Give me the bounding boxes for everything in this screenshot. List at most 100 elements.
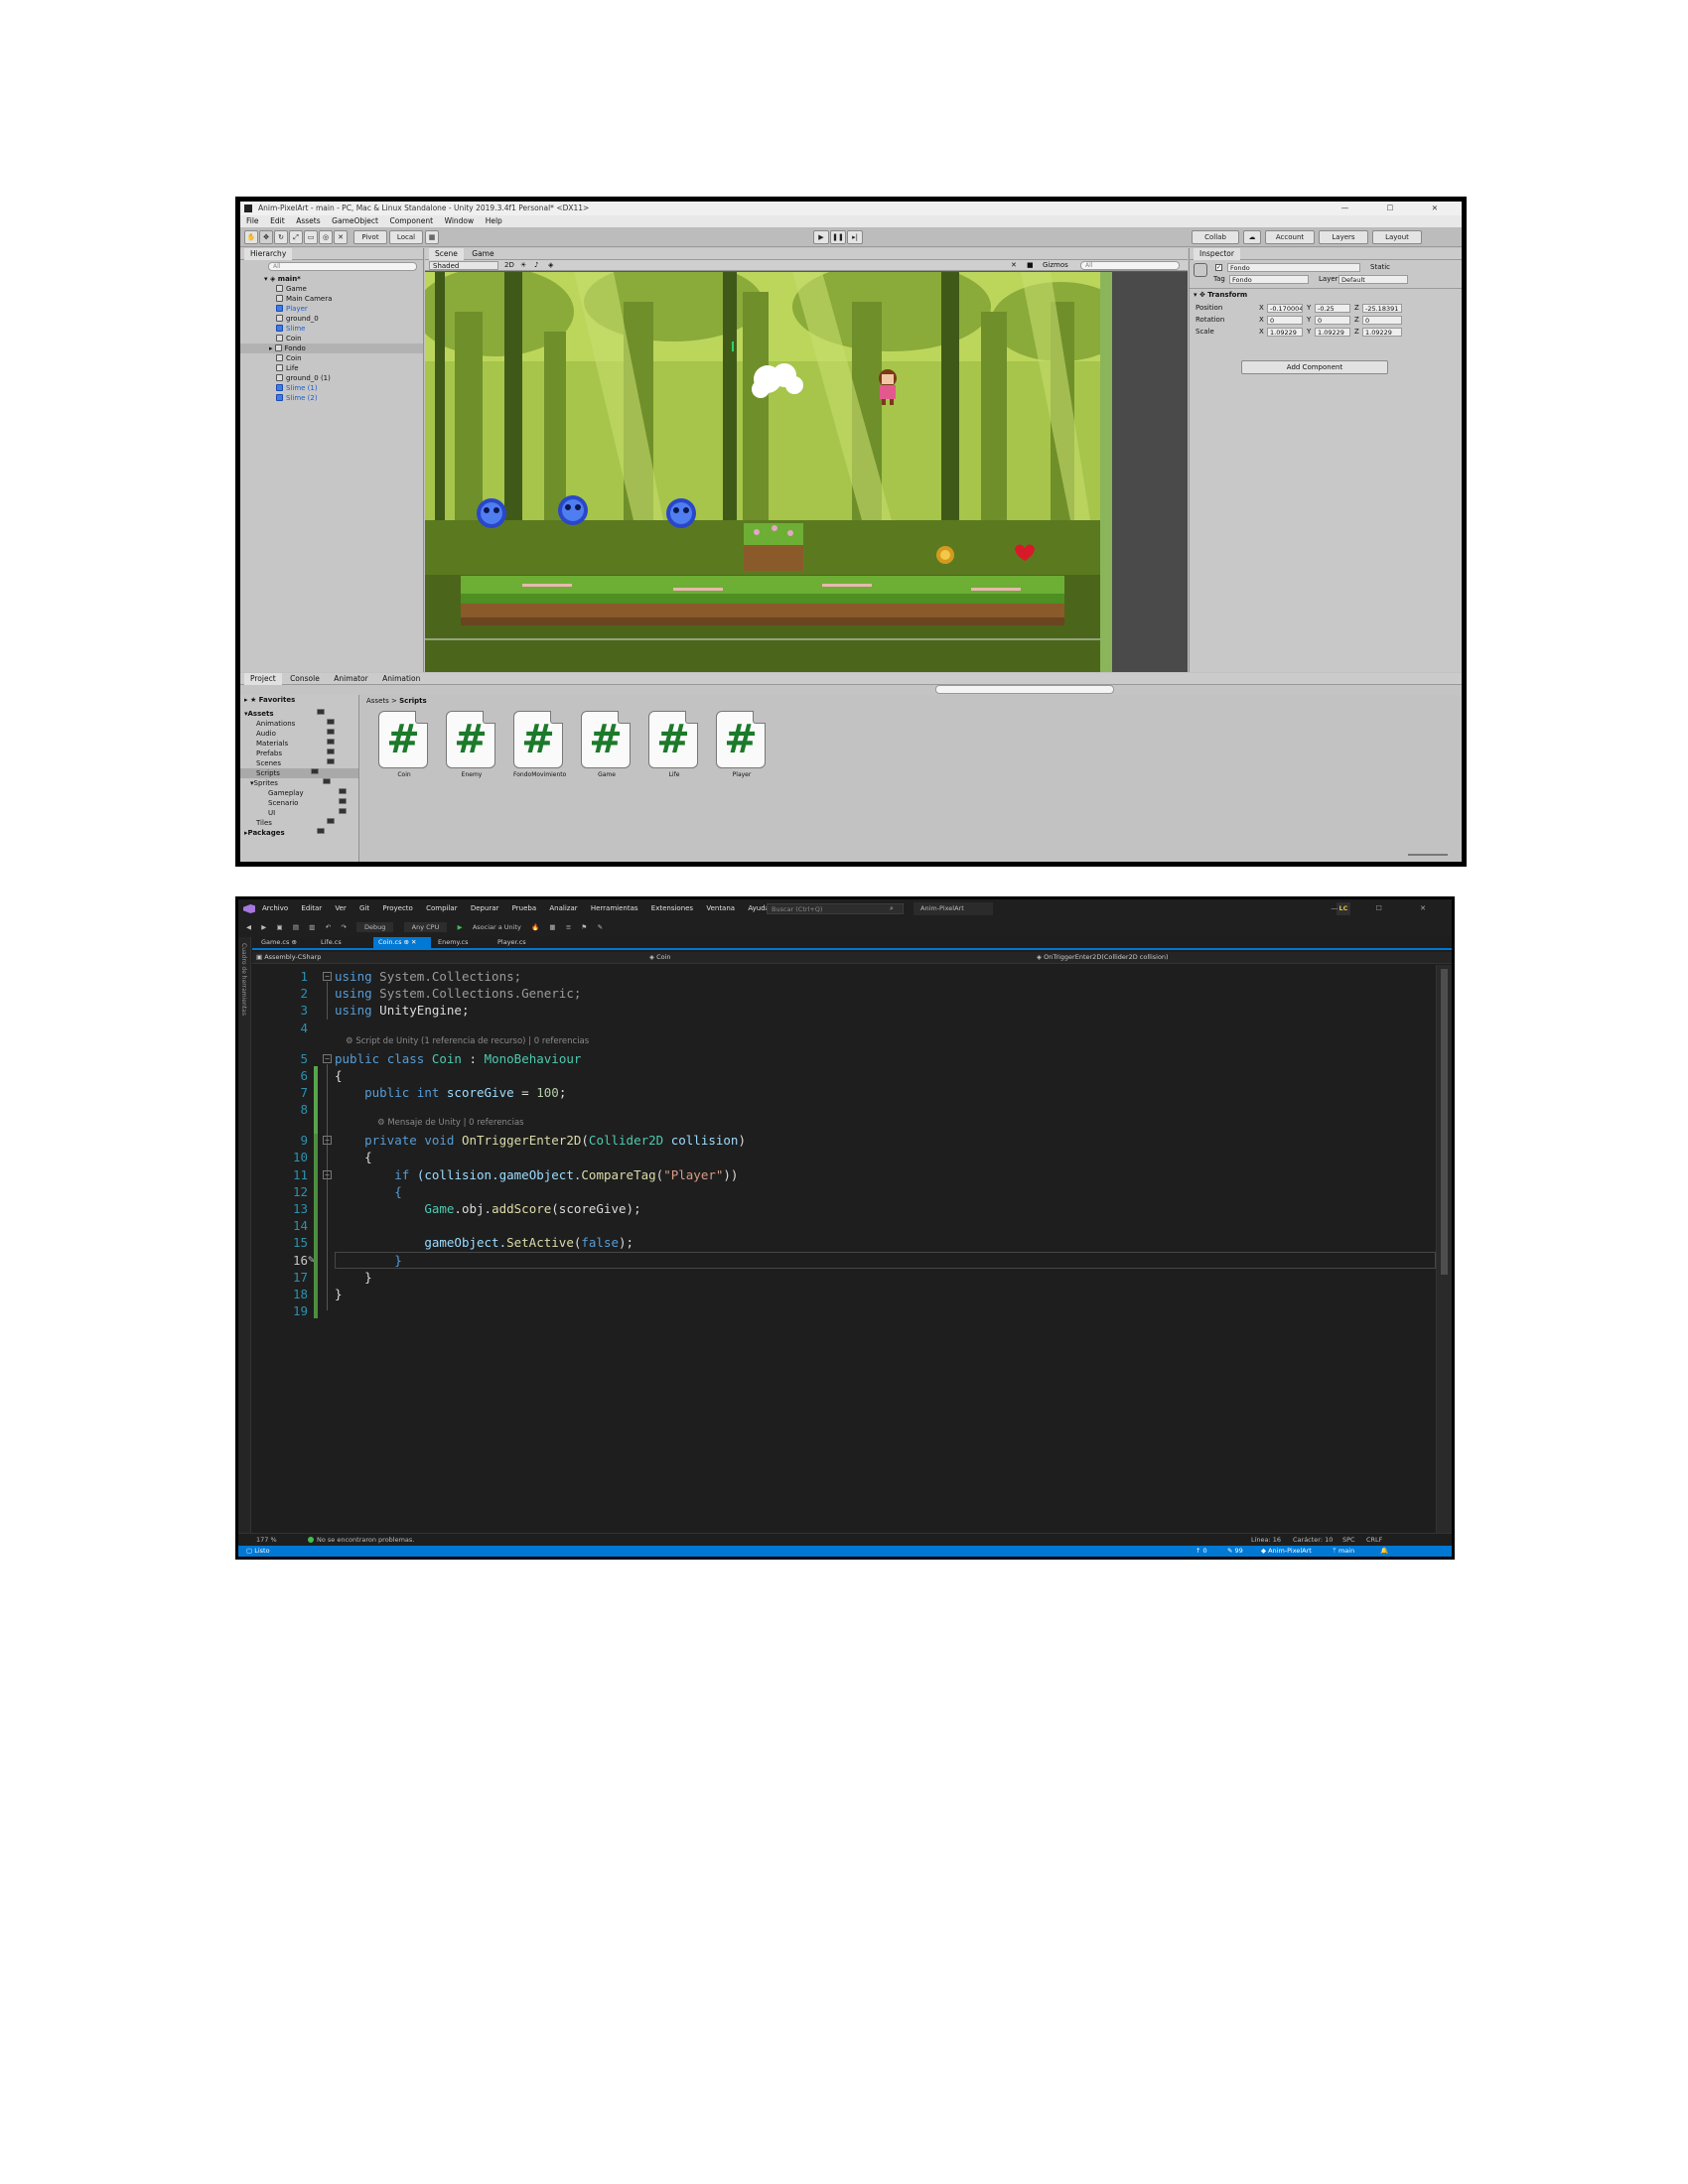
add-component-button[interactable]: Add Component	[1241, 360, 1388, 374]
transform-component-header[interactable]: ▾ ✥ Transform	[1194, 290, 1247, 300]
menu-file[interactable]: File	[246, 216, 259, 225]
tab-inspector[interactable]: Inspector	[1194, 248, 1240, 260]
scale-y-field[interactable]: 1.09229	[1315, 328, 1350, 337]
whitespace-indicator[interactable]: SPC	[1342, 1534, 1355, 1546]
hierarchy-item-selected[interactable]: ▸ Fondo	[240, 343, 423, 353]
hierarchy-item[interactable]: Player	[276, 304, 308, 314]
menu-proyecto[interactable]: Proyecto	[382, 904, 412, 912]
favorites-item[interactable]: ▸ ★ Favorites	[244, 695, 295, 705]
script-asset-coin[interactable]: # Coin	[378, 711, 430, 778]
tab-project[interactable]: Project	[244, 673, 282, 685]
tab-game-cs[interactable]: Game.cs ⊕	[256, 937, 314, 948]
cloud-icon[interactable]: ☁	[1243, 230, 1261, 244]
tab-player-cs[interactable]: Player.cs	[492, 937, 550, 948]
script-asset-game[interactable]: # Game	[581, 711, 633, 778]
redo-icon[interactable]: ↷	[341, 923, 346, 931]
save-icon[interactable]: ▥	[309, 923, 315, 931]
window-controls[interactable]: — ☐ ✕	[1341, 202, 1456, 215]
object-name-field[interactable]: Fondo	[1227, 263, 1360, 272]
folder-gameplay[interactable]: Gameplay	[268, 788, 347, 798]
menu-window[interactable]: Window	[445, 216, 475, 225]
script-asset-enemy[interactable]: # Enemy	[446, 711, 497, 778]
hand-tool-icon[interactable]: ✋	[244, 230, 258, 244]
problems-indicator[interactable]: No se encontraron problemas.	[308, 1534, 414, 1546]
layer-dropdown[interactable]: Default	[1338, 275, 1408, 284]
collab-button[interactable]: Collab	[1192, 230, 1239, 244]
position-x-field[interactable]: -0.170004	[1267, 304, 1303, 313]
menu-git[interactable]: Git	[359, 904, 369, 912]
collapse-icon[interactable]: −	[323, 1170, 332, 1179]
code-editor[interactable]: 1 2 3 4 5 6 7 8 9 10 11 12 13 14 15 16 1…	[252, 965, 1436, 1533]
move-tool-icon[interactable]: ✥	[259, 230, 273, 244]
tab-coin-cs[interactable]: Coin.cs ⊕ ✕	[373, 937, 431, 948]
comment-icon[interactable]: ✎	[598, 923, 603, 931]
active-checkbox[interactable]: ✓	[1215, 264, 1222, 271]
scale-x-field[interactable]: 1.09229	[1267, 328, 1303, 337]
rect-tool-icon[interactable]: ▭	[304, 230, 318, 244]
vs-window-controls[interactable]: — ☐ ✕	[1331, 899, 1444, 918]
bookmark-icon[interactable]: ⚑	[582, 923, 588, 931]
menu-analizar[interactable]: Analizar	[549, 904, 577, 912]
hierarchy-item[interactable]: Life	[276, 363, 299, 373]
member-dropdown[interactable]: ◈ OnTriggerEnter2D(Collider2D collision)	[1037, 952, 1169, 963]
scene-viewport[interactable]	[425, 272, 1100, 672]
hierarchy-item[interactable]: Coin	[276, 353, 302, 363]
audio-icon[interactable]: ♪	[534, 260, 538, 271]
folder-tiles[interactable]: Tiles	[256, 818, 335, 828]
folder-prefabs[interactable]: Prefabs	[256, 749, 335, 758]
tab-animator[interactable]: Animator	[328, 673, 373, 685]
position-z-field[interactable]: -25.18391	[1362, 304, 1402, 313]
folder-scenario[interactable]: Scenario	[268, 798, 347, 808]
menu-prueba[interactable]: Prueba	[512, 904, 536, 912]
breadcrumb-assets[interactable]: Assets	[366, 697, 389, 705]
hierarchy-item[interactable]: Slime (2)	[276, 393, 318, 403]
folder-ui[interactable]: UI	[268, 808, 347, 818]
menu-ver[interactable]: Ver	[335, 904, 346, 912]
tag-dropdown[interactable]: Fondo	[1229, 275, 1309, 284]
gizmos-dropdown[interactable]: Gizmos	[1043, 260, 1068, 271]
position-y-field[interactable]: -0.25	[1315, 304, 1350, 313]
zoom-slider[interactable]	[1408, 854, 1448, 856]
zoom-level[interactable]: 177 %	[256, 1534, 277, 1546]
line-ending-indicator[interactable]: CRLF	[1366, 1534, 1382, 1546]
project-dropdown[interactable]: ▣ Assembly-CSharp	[256, 952, 321, 963]
forward-icon[interactable]: ▶	[261, 923, 266, 931]
platform-dropdown[interactable]: Any CPU	[403, 922, 448, 932]
tab-enemy-cs[interactable]: Enemy.cs	[433, 937, 491, 948]
static-dropdown[interactable]: Static	[1370, 263, 1390, 271]
folder-sprites[interactable]: ▾ Sprites	[250, 778, 331, 788]
menu-compilar[interactable]: Compilar	[426, 904, 458, 912]
scrollbar-thumb[interactable]	[1441, 969, 1448, 1275]
tab-console[interactable]: Console	[284, 673, 326, 685]
class-dropdown[interactable]: ◈ Coin	[649, 952, 671, 963]
pivot-toggle[interactable]: Pivot	[353, 230, 387, 244]
branch-indicator[interactable]: ᛘ main	[1333, 1546, 1354, 1557]
changes-indicator[interactable]: ✎ 99	[1227, 1546, 1243, 1557]
folder-packages[interactable]: ▸ Packages	[244, 828, 325, 838]
tab-scene[interactable]: Scene	[429, 248, 464, 260]
menu-herramientas[interactable]: Herramientas	[591, 904, 638, 912]
editor-scrollbar[interactable]	[1436, 965, 1452, 1533]
collapse-icon[interactable]: −	[323, 1054, 332, 1063]
notifications-icon[interactable]: 🔔	[1380, 1546, 1388, 1557]
hierarchy-item[interactable]: Slime (1)	[276, 383, 318, 393]
menu-component[interactable]: Component	[389, 216, 433, 225]
hierarchy-item[interactable]: Slime	[276, 324, 305, 334]
folder-audio[interactable]: Audio	[256, 729, 335, 739]
menu-help[interactable]: Help	[486, 216, 502, 225]
config-dropdown[interactable]: Debug	[356, 922, 394, 932]
collapse-icon[interactable]: −	[323, 972, 332, 981]
hierarchy-item[interactable]: Coin	[276, 334, 302, 343]
script-asset-life[interactable]: # Life	[648, 711, 700, 778]
hierarchy-item[interactable]: ground_0 (1)	[276, 373, 331, 383]
tab-life-cs[interactable]: Life.cs	[316, 937, 371, 948]
2d-toggle[interactable]: 2D	[504, 260, 514, 271]
tools-icon[interactable]: ✕	[1011, 260, 1017, 271]
script-asset-fondo[interactable]: # FondoMovimiento	[513, 711, 566, 778]
quick-actions-icon[interactable]: ✎	[308, 1253, 315, 1266]
repo-indicator[interactable]: ◆ Anim-PixelArt	[1261, 1546, 1312, 1557]
custom-tool-icon[interactable]: ✕	[334, 230, 348, 244]
step-button-icon[interactable]: ▸|	[847, 230, 863, 244]
rotation-x-field[interactable]: 0	[1267, 316, 1303, 325]
tab-animation[interactable]: Animation	[376, 673, 426, 685]
